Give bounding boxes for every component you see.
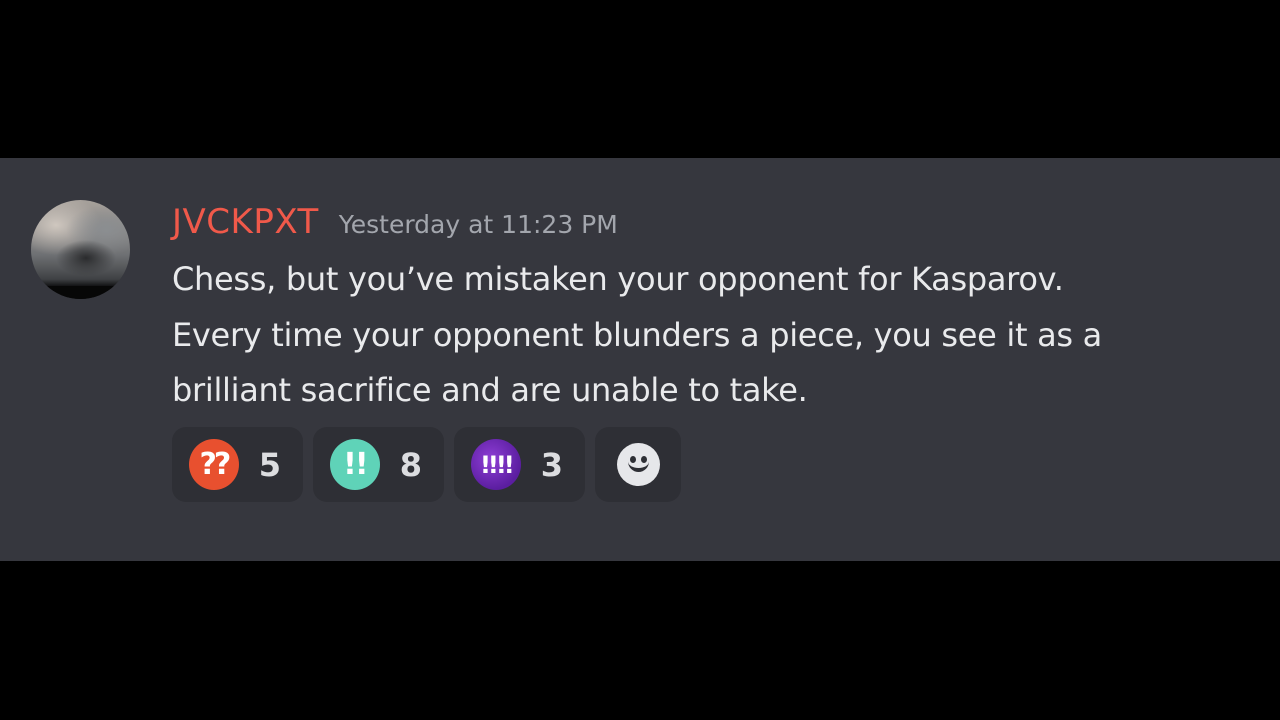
smiley-face-icon [616,443,660,486]
quadruple-exclamation-icon: !!!! [471,439,521,490]
message-container: JVCKPXT Yesterday at 11:23 PM Chess, but… [0,158,1280,561]
reaction-count: 5 [258,445,281,484]
reactions-bar: ?? 5 !! 8 !!!! 3 [172,427,681,502]
reaction-blunder[interactable]: ?? 5 [172,427,303,502]
message-header: JVCKPXT Yesterday at 11:23 PM [172,202,618,246]
double-exclamation-icon: !! [330,439,380,490]
double-question-mark-icon: ?? [189,439,239,490]
add-reaction-button[interactable] [595,427,681,502]
message-line: Every time your opponent blunders a piec… [172,315,1102,354]
message-line: brilliant sacrifice and are unable to ta… [172,371,808,409]
reaction-brilliant[interactable]: !! 8 [313,427,444,502]
smiley-mouth [627,460,649,472]
reaction-super-brilliant[interactable]: !!!! 3 [454,427,585,502]
avatar-bottom-band [31,286,130,299]
message-body: Chess, but you’ve mistaken your opponent… [172,252,1212,419]
username[interactable]: JVCKPXT [172,202,319,242]
avatar[interactable] [31,200,130,299]
message-line: Chess, but you’ve mistaken your opponent… [172,260,1064,298]
reaction-count: 3 [540,445,563,484]
timestamp[interactable]: Yesterday at 11:23 PM [339,210,618,239]
reaction-count: 8 [399,445,422,484]
